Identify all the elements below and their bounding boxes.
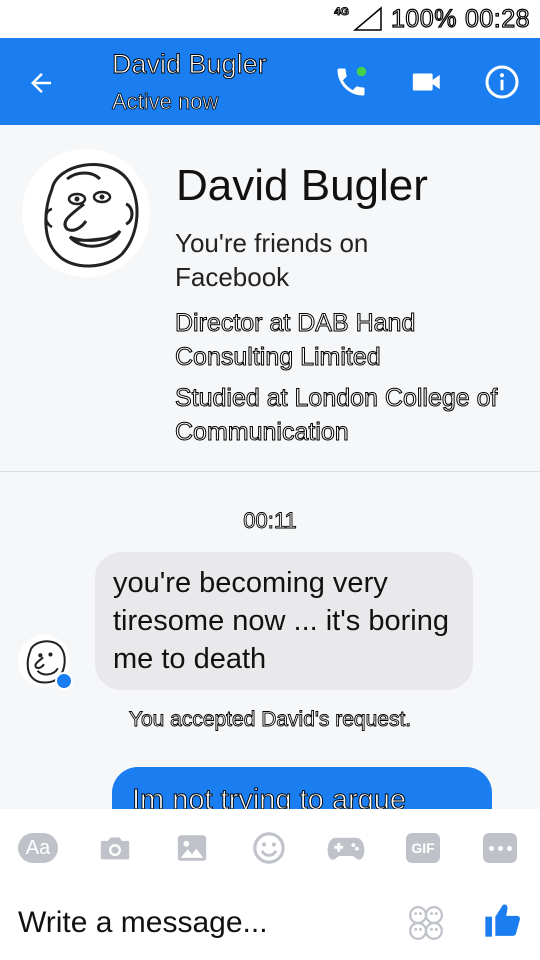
message-timestamp: 00:11 xyxy=(243,508,297,534)
profile-work: Director at DAB Hand Consulting Limited xyxy=(175,309,416,372)
gif-icon: GIF xyxy=(406,833,440,863)
message-thread[interactable]: David Bugler You're friends on Facebook … xyxy=(0,125,540,809)
system-notice: You accepted David's request. xyxy=(128,708,412,732)
profile-name: David Bugler xyxy=(176,161,428,210)
gif-button[interactable]: GIF xyxy=(401,826,445,870)
phone-icon xyxy=(337,66,367,96)
battery-percentage: 100% xyxy=(390,4,457,33)
message-input[interactable] xyxy=(18,901,378,945)
thumbs-up-icon xyxy=(485,904,520,937)
game-controller-icon xyxy=(327,837,365,860)
camera-icon xyxy=(100,837,130,860)
outgoing-message-bubble[interactable]: Im not trying to argue xyxy=(112,767,492,809)
contact-profile-card: David Bugler You're friends on Facebook … xyxy=(0,125,540,472)
emoji-button[interactable] xyxy=(247,826,291,870)
arrow-left-icon xyxy=(31,73,51,93)
status-bar: 4G 100% 00:28 xyxy=(0,0,540,38)
thumbs-up-button[interactable] xyxy=(482,900,524,942)
video-call-button[interactable] xyxy=(403,58,451,106)
network-type: 4G xyxy=(334,6,350,19)
profile-education: Studied at London College of Communicati… xyxy=(175,384,498,447)
conversation-header: David Bugler Active now xyxy=(0,38,540,125)
back-button[interactable] xyxy=(18,60,64,106)
sticker-button[interactable] xyxy=(407,904,447,944)
camera-button[interactable] xyxy=(93,826,137,870)
more-icon xyxy=(483,833,517,863)
caricature-avatar-image xyxy=(22,149,150,277)
presence-status: Active now xyxy=(112,89,219,115)
more-options-button[interactable] xyxy=(478,826,522,870)
conversation-info-button[interactable] xyxy=(478,58,526,106)
sender-avatar[interactable] xyxy=(18,635,73,690)
incoming-message-bubble[interactable]: you're becoming very tiresome now ... it… xyxy=(95,552,473,690)
video-camera-icon xyxy=(412,73,440,91)
text-style-button[interactable]: Aa xyxy=(16,826,60,870)
messenger-badge-icon xyxy=(55,672,73,690)
text-style-icon: Aa xyxy=(18,833,58,863)
gallery-button[interactable] xyxy=(170,826,214,870)
games-button[interactable] xyxy=(324,826,368,870)
composer-toolbar: Aa GIF xyxy=(0,809,540,887)
status-indicators: 4G 100% 00:28 xyxy=(330,4,530,34)
sticker-faces-icon xyxy=(409,906,443,940)
info-icon xyxy=(485,65,519,99)
clock: 00:28 xyxy=(464,4,530,33)
voice-call-button[interactable] xyxy=(327,58,375,106)
friendship-status: You're friends on Facebook xyxy=(175,228,369,292)
image-icon xyxy=(177,835,207,861)
emoji-icon xyxy=(253,832,285,864)
signal-icon xyxy=(352,6,382,31)
contact-name[interactable]: David Bugler xyxy=(112,49,267,80)
contact-avatar[interactable] xyxy=(22,149,150,277)
message-composer xyxy=(0,887,540,960)
